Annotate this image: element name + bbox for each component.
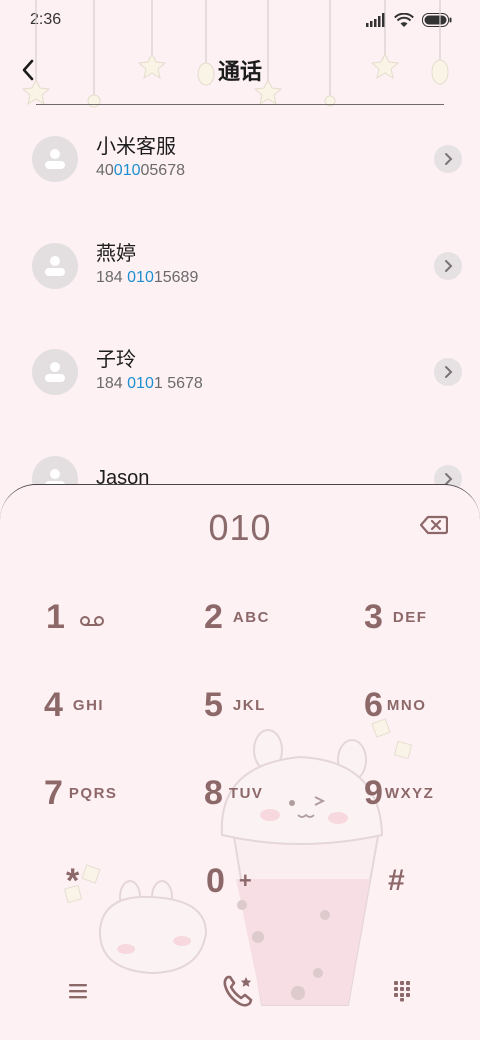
dialpad-icon xyxy=(394,981,410,1002)
dialpad-toggle-button[interactable] xyxy=(380,969,424,1013)
key-hash[interactable]: # xyxy=(388,845,480,917)
key-digit: 3 xyxy=(364,597,383,636)
key-letters: WXYZ xyxy=(384,784,435,802)
key-letters: TUV xyxy=(228,784,264,802)
contact-name: 子玲 xyxy=(96,349,136,372)
key-letters: + xyxy=(238,868,254,893)
key-digit: 4 xyxy=(44,685,63,724)
contact-row[interactable]: 子玲 184 0101 5678 xyxy=(0,325,480,432)
key-7[interactable]: 7 PQRS xyxy=(44,757,184,829)
number-prefix: 184 xyxy=(96,375,128,393)
voicemail-icon xyxy=(79,616,104,626)
key-letters: GHI xyxy=(72,696,105,714)
battery-icon xyxy=(422,13,452,27)
number-match: 010 xyxy=(113,162,141,180)
contact-number: 4001005678 xyxy=(96,160,185,182)
number-match: 010 xyxy=(127,375,154,393)
key-digit: 2 xyxy=(204,597,223,636)
contact-list: 小米客服 4001005678 燕婷 184 01015689 子玲 184 0… xyxy=(0,112,480,538)
key-digit: 8 xyxy=(204,773,223,812)
avatar xyxy=(32,242,78,289)
person-icon xyxy=(45,255,65,276)
status-icons xyxy=(366,12,452,28)
wifi-icon xyxy=(394,12,414,27)
key-star[interactable]: * xyxy=(66,845,206,917)
contact-name: 小米客服 xyxy=(96,136,176,159)
number-suffix: 15689 xyxy=(153,268,199,286)
key-letters: JKL xyxy=(232,696,266,714)
key-0[interactable]: 0 + xyxy=(206,845,346,917)
dialer-panel: 010 1 2 ABC 3 DEF 4 GHI 5 JKL 6 MNO 7 PQ… xyxy=(0,484,480,1040)
status-bar: 2:36 xyxy=(0,0,480,40)
menu-icon xyxy=(69,984,87,999)
key-letters: ABC xyxy=(232,608,270,626)
backspace-icon xyxy=(419,515,449,535)
header: 通话 xyxy=(0,48,480,92)
header-divider xyxy=(36,104,444,105)
chevron-right-icon xyxy=(445,259,453,272)
key-letters: MNO xyxy=(386,696,427,714)
chevron-right-icon xyxy=(445,153,453,165)
avatar xyxy=(32,136,78,183)
dialer-bottom-bar xyxy=(0,955,480,1025)
key-8[interactable]: 8 TUV xyxy=(204,757,344,829)
key-digit: # xyxy=(388,864,405,897)
contact-number: 184 01015689 xyxy=(96,267,198,289)
key-letters: DEF xyxy=(392,608,428,626)
back-button[interactable] xyxy=(10,52,46,88)
key-digit: 9 xyxy=(364,773,383,812)
key-digit: 7 xyxy=(44,773,63,812)
contact-detail-button[interactable] xyxy=(434,145,462,173)
contact-name: 燕婷 xyxy=(96,242,136,265)
key-digit: 6 xyxy=(364,685,383,724)
number-match: 010 xyxy=(127,268,154,286)
contact-text: 小米客服 4001005678 xyxy=(96,134,185,182)
page-title: 通话 xyxy=(217,59,262,84)
back-icon xyxy=(22,59,34,81)
contact-detail-button[interactable] xyxy=(434,251,462,280)
backspace-button[interactable] xyxy=(419,515,456,543)
number-prefix: 184 xyxy=(96,268,128,286)
key-4[interactable]: 4 GHI xyxy=(44,669,184,741)
signal-icon xyxy=(366,13,385,27)
status-time: 2:36 xyxy=(30,11,62,28)
dialed-number: 010 xyxy=(208,507,272,548)
person-icon xyxy=(45,362,65,383)
key-9[interactable]: 9 WXYZ xyxy=(364,757,480,829)
key-2[interactable]: 2 ABC xyxy=(204,581,344,653)
key-3[interactable]: 3 DEF xyxy=(364,581,480,653)
contact-row[interactable]: 燕婷 184 01015689 xyxy=(0,219,480,326)
contact-row[interactable]: 小米客服 4001005678 xyxy=(0,112,480,219)
key-letters: PQRS xyxy=(68,784,118,802)
key-digit: 5 xyxy=(204,685,223,724)
chevron-right-icon xyxy=(445,366,453,378)
call-button[interactable] xyxy=(216,969,260,1013)
key-digit: 0 xyxy=(206,861,225,900)
number-prefix: 40 xyxy=(96,162,114,180)
avatar xyxy=(32,349,78,396)
key-digit: * xyxy=(66,861,80,900)
menu-button[interactable] xyxy=(56,969,100,1013)
call-icon xyxy=(223,975,253,1007)
person-icon xyxy=(45,149,65,170)
contact-text: 燕婷 184 01015689 xyxy=(96,241,198,289)
number-suffix: 05678 xyxy=(140,162,186,180)
number-suffix: 1 5678 xyxy=(153,375,203,393)
contact-detail-button[interactable] xyxy=(434,358,462,386)
key-1[interactable]: 1 xyxy=(46,581,186,653)
key-digit: 1 xyxy=(46,597,65,636)
contact-number: 184 0101 5678 xyxy=(96,373,203,395)
key-6[interactable]: 6 MNO xyxy=(364,669,480,741)
key-5[interactable]: 5 JKL xyxy=(204,669,344,741)
contact-text: 子玲 184 0101 5678 xyxy=(96,347,203,395)
